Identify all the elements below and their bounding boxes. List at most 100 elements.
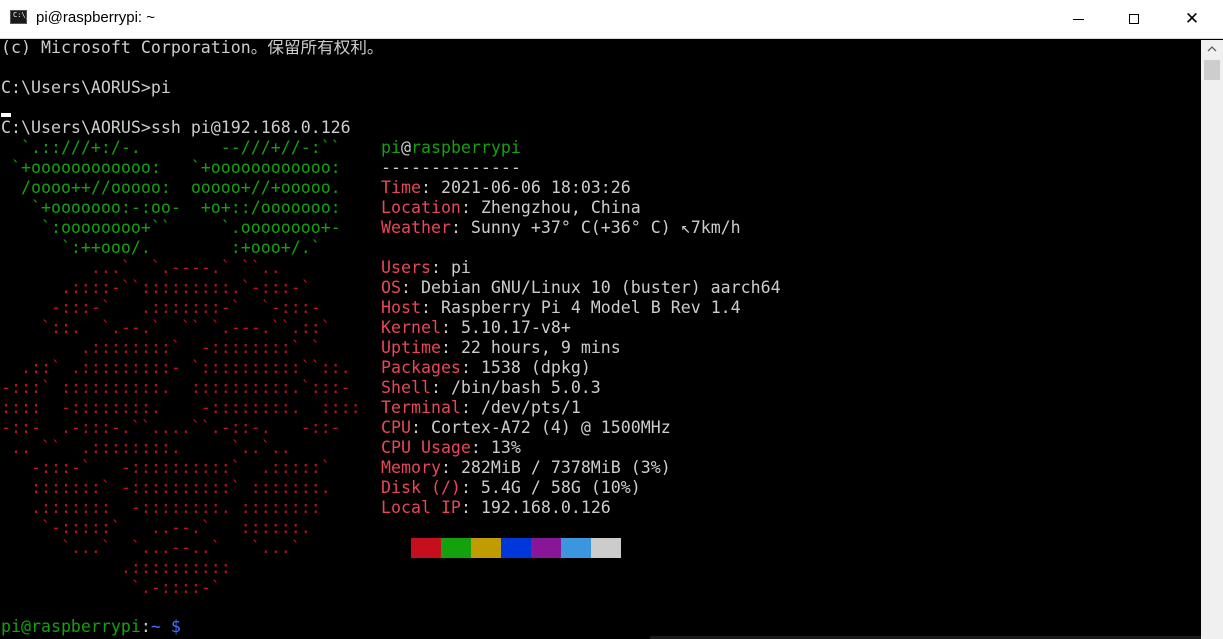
info-row: Memory: 282MiB / 7378MiB (3%) [381, 458, 671, 477]
logo-berry-row: .::::::: -::::::::. :::::::: [1, 498, 321, 517]
logo-leaf-row: `.::///+:/-. --///+//-:`` [1, 138, 341, 157]
minimize-button[interactable] [1049, 0, 1107, 38]
palette-swatch [561, 538, 591, 558]
vertical-scrollbar[interactable] [1201, 40, 1223, 639]
palette-swatch [501, 538, 531, 558]
info-key: CPU [381, 418, 411, 437]
info-row: Disk (/): 5.4G / 58G (10%) [381, 478, 641, 497]
logo-berry-row: -:::` ::::::::::. ::::::::::.`:::- [1, 378, 351, 397]
info-row: Packages: 1538 (dpkg) [381, 358, 591, 377]
palette-swatch [441, 538, 471, 558]
copyright-line: (c) Microsoft Corporation。保留所有权利。 [1, 40, 384, 57]
info-row: Users: pi [381, 258, 471, 277]
info-row: OS: Debian GNU/Linux 10 (buster) aarch64 [381, 278, 781, 297]
info-key: Shell [381, 378, 431, 397]
info-key: Packages [381, 358, 461, 377]
info-row: Time: 2021-06-06 18:03:26 [381, 178, 631, 197]
info-key: Local IP [381, 498, 461, 517]
logo-berry-row: -:::-` -::::::::::` .:::::` [1, 458, 331, 477]
info-value: Debian GNU/Linux 10 (buster) aarch64 [420, 278, 781, 297]
minimize-icon [1072, 18, 1084, 20]
palette-swatch [591, 538, 621, 558]
prompt-path: ~ [150, 617, 161, 636]
info-row: Local IP: 192.168.0.126 [381, 498, 611, 517]
info-row: Uptime: 22 hours, 9 mins [381, 338, 621, 357]
logo-berry-row: .::::-``:::::::::.`-:::-` [1, 278, 311, 297]
info-value: 22 hours, 9 mins [460, 338, 621, 357]
info-key: Weather [381, 218, 451, 237]
close-icon: ✕ [1184, 9, 1200, 29]
logo-berry-row: .:::::::::: [1, 558, 231, 577]
logo-berry-row: .::` .:::::::::- `::::::::::``::. [1, 358, 351, 377]
user-host-header: pi@raspberrypi [381, 138, 521, 158]
info-value: 5.10.17-v8+ [460, 318, 571, 337]
info-row: CPU Usage: 13% [381, 438, 521, 457]
maximize-button[interactable] [1105, 0, 1163, 38]
info-value: Raspberry Pi 4 Model B Rev 1.4 [440, 298, 741, 317]
palette-swatch [531, 538, 561, 558]
info-value: Sunny +37° C(+36° C) ↖7km/h [470, 218, 741, 237]
chevron-up-icon [1207, 46, 1217, 52]
prompt-user-host: pi@raspberrypi [1, 617, 141, 636]
header-separator: -------------- [381, 158, 521, 177]
info-value: /dev/pts/1 [480, 398, 581, 417]
logo-berry-row: `-:::::` ..--.` ::::::. [1, 518, 311, 537]
info-row: Weather: Sunny +37° C(+36° C) ↖7km/h [381, 218, 741, 237]
logo-berry-row: .. `` .::::::::. `..`.. [1, 438, 291, 457]
logo-berry-row: `::. `.--.` `` `.---.``.::` [1, 318, 331, 337]
palette-swatch [471, 538, 501, 558]
logo-berry-row: -:::-` .:::::::-` `-:::- [1, 298, 321, 317]
info-key: Disk (/) [381, 478, 461, 497]
window-title: pi@raspberrypi: ~ [36, 9, 156, 26]
shell-prompt[interactable]: pi@raspberrypi:~ $ [1, 617, 181, 637]
info-value: 5.4G / 58G (10%) [480, 478, 641, 497]
console-icon[interactable]: C:\_ [10, 10, 30, 24]
info-value: pi [450, 258, 471, 277]
logo-leaf-row: `+ooooooo:-:oo- +o+::/ooooooo: [1, 198, 341, 217]
terminal-output[interactable]: (c) Microsoft Corporation。保留所有权利。 C:\Use… [0, 40, 1201, 639]
maximize-icon [1129, 14, 1139, 24]
info-value: 13% [490, 438, 521, 457]
prompt-dollar: $ [170, 617, 181, 636]
logo-berry-row: :::::::` -::::::::::` :::::::. [1, 478, 331, 497]
logo-berry-row: `.-::::-` [1, 578, 221, 597]
logo-leaf-row: `+oooooooooooo: `+oooooooooooo: [1, 158, 341, 177]
info-value: /bin/bash 5.0.3 [450, 378, 601, 397]
info-row: CPU: Cortex-A72 (4) @ 1500MHz [381, 418, 671, 437]
info-key: Memory [381, 458, 441, 477]
close-button[interactable]: ✕ [1163, 0, 1221, 38]
info-key: Time [381, 178, 421, 197]
info-row: Shell: /bin/bash 5.0.3 [381, 378, 601, 397]
scroll-thumb[interactable] [1204, 60, 1220, 80]
info-value: Cortex-A72 (4) @ 1500MHz [430, 418, 671, 437]
terminal-cursor [1, 113, 11, 117]
window-titlebar[interactable]: C:\_ pi@raspberrypi: ~ ✕ [0, 0, 1223, 39]
info-key: OS [381, 278, 401, 297]
info-row: Kernel: 5.10.17-v8+ [381, 318, 571, 337]
info-key: CPU Usage [381, 438, 471, 457]
info-value: 1538 (dpkg) [480, 358, 591, 377]
logo-berry-row: :::: -::::::::. -::::::::. :::: [1, 398, 361, 417]
scroll-up-button[interactable] [1201, 40, 1223, 58]
info-row: Location: Zhengzhou, China [381, 198, 641, 217]
palette-swatch [411, 538, 441, 558]
info-key: Location [381, 198, 461, 217]
info-value: 2021-06-06 18:03:26 [440, 178, 631, 197]
logo-leaf-row: /oooo++//ooooo: ooooo+//+ooooo. [1, 178, 341, 197]
header-at: @ [400, 138, 411, 157]
logo-berry-row: .::::::::` -::::::::` ` [1, 338, 321, 357]
header-host: raspberrypi [410, 138, 521, 157]
prompt-colon: : [140, 617, 151, 636]
info-value: 192.168.0.126 [480, 498, 611, 517]
info-value: 282MiB / 7378MiB (3%) [460, 458, 671, 477]
info-value: Zhengzhou, China [480, 198, 641, 217]
info-key: Uptime [381, 338, 441, 357]
logo-berry-row: -::- .-:::-.``....``.-::-. -::- [1, 418, 341, 437]
info-key: Kernel [381, 318, 441, 337]
logo-leaf-row: `:oooooooo+`` `.oooooooo+- [1, 218, 341, 237]
logo-berry-row: `...` `...--..` `...` [1, 538, 301, 557]
logo-berry-row: ...` `.----.` ``.. [1, 258, 281, 277]
info-key: Terminal [381, 398, 461, 417]
info-row: Terminal: /dev/pts/1 [381, 398, 581, 417]
command-line-pi: C:\Users\AORUS>pi [1, 78, 171, 97]
